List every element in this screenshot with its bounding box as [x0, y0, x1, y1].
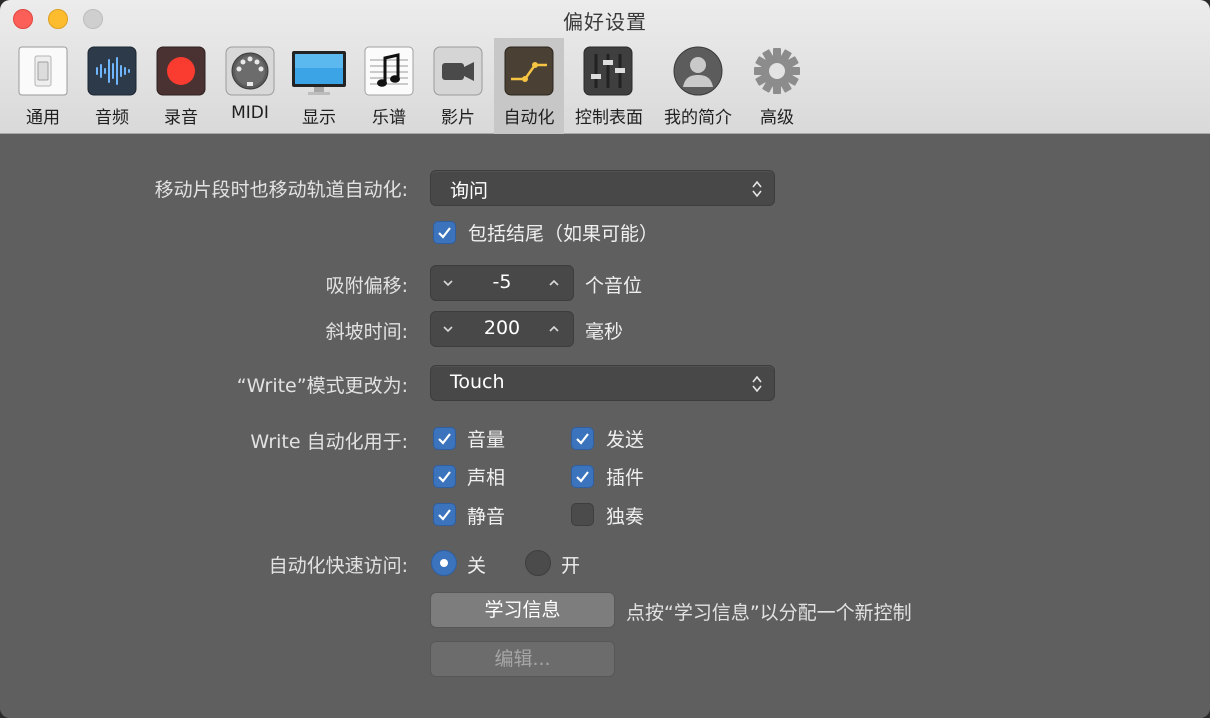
chevron-up-icon[interactable] [547, 277, 561, 289]
tab-audio[interactable]: 音频 [80, 38, 144, 134]
ramp-time-unit: 毫秒 [585, 321, 624, 343]
send-checkbox[interactable] [571, 427, 594, 450]
tab-score[interactable]: 乐谱 [356, 38, 422, 134]
checkmark-icon [438, 433, 451, 445]
gear-icon [754, 48, 800, 94]
tab-label: 控制表面 [575, 108, 643, 128]
faders-icon [583, 46, 633, 96]
video-camera-icon [433, 46, 483, 96]
checkmark-icon [576, 471, 589, 483]
tab-label: 自动化 [503, 108, 555, 128]
quick-access-on-radio[interactable] [525, 550, 551, 576]
write-change-label: “Write”模式更改为: [236, 375, 408, 397]
tab-label: 乐谱 [372, 108, 406, 128]
mute-label: 静音 [467, 506, 506, 528]
title-bar: 偏好设置 通用 音频 录音 MIDI 显示 乐谱 影片 自动化 控制表面 我的简… [0, 0, 1210, 134]
popup-arrows-icon [752, 375, 762, 393]
tab-automation[interactable]: 自动化 [494, 38, 564, 134]
tab-advanced[interactable]: 高级 [744, 38, 810, 134]
ramp-time-stepper[interactable]: 200 [430, 311, 574, 347]
ramp-time-label: 斜坡时间: [325, 321, 408, 343]
window-title: 偏好设置 [563, 10, 647, 34]
waveform-icon [87, 46, 137, 96]
automation-settings-panel: 移动片段时也移动轨道自动化: 询问 包括结尾（如果可能） 吸附偏移: -5 个音… [0, 135, 1210, 718]
checkmark-icon [438, 471, 451, 483]
popup-arrows-icon [752, 180, 762, 198]
snap-offset-stepper[interactable]: -5 [430, 265, 574, 301]
snap-offset-label: 吸附偏移: [325, 275, 408, 297]
move-automation-value: 询问 [450, 180, 489, 202]
pan-label: 声相 [467, 467, 506, 489]
learn-hint: 点按“学习信息”以分配一个新控制 [626, 602, 912, 624]
record-icon [156, 46, 206, 96]
tab-label: 影片 [441, 108, 475, 128]
solo-label: 独奏 [606, 506, 645, 528]
include-tail-checkbox[interactable] [433, 221, 456, 244]
tab-label: 音频 [95, 108, 129, 128]
quick-access-on-label: 开 [561, 555, 581, 577]
plugin-checkbox[interactable] [571, 465, 594, 488]
tab-movie[interactable]: 影片 [426, 38, 490, 134]
tab-label: 通用 [26, 108, 60, 128]
learn-button[interactable]: 学习信息 [430, 592, 615, 628]
mute-checkbox[interactable] [433, 503, 456, 526]
tab-label: 我的简介 [664, 108, 732, 128]
midi-connector-icon [225, 46, 275, 96]
preferences-window: 偏好设置 通用 音频 录音 MIDI 显示 乐谱 影片 自动化 控制表面 我的简… [0, 0, 1210, 718]
checkmark-icon [438, 509, 451, 521]
chevron-up-icon[interactable] [547, 323, 561, 335]
plugin-label: 插件 [606, 467, 645, 489]
tab-label: MIDI [231, 103, 269, 123]
tab-control-surfaces[interactable]: 控制表面 [568, 38, 650, 134]
solo-checkbox[interactable] [571, 503, 594, 526]
tab-general[interactable]: 通用 [10, 38, 76, 134]
tab-recording[interactable]: 录音 [148, 38, 214, 134]
tab-label: 显示 [302, 108, 336, 128]
volume-checkbox[interactable] [433, 427, 456, 450]
write-for-label: Write 自动化用于: [250, 431, 408, 453]
send-label: 发送 [606, 429, 645, 451]
checkmark-icon [576, 433, 589, 445]
write-change-popup[interactable]: Touch [430, 365, 775, 401]
write-change-value: Touch [450, 371, 505, 393]
music-note-icon [364, 46, 414, 96]
quick-access-label: 自动化快速访问: [268, 555, 408, 577]
tab-midi[interactable]: MIDI [218, 38, 282, 134]
switch-icon [18, 46, 68, 96]
quick-access-off-label: 关 [467, 555, 487, 577]
pan-checkbox[interactable] [433, 465, 456, 488]
snap-offset-unit: 个音位 [585, 275, 643, 297]
checkmark-icon [438, 227, 451, 239]
tab-my-info[interactable]: 我的简介 [656, 38, 740, 134]
monitor-icon [292, 51, 346, 95]
include-tail-label: 包括结尾（如果可能） [468, 223, 659, 245]
edit-button[interactable]: 编辑... [430, 641, 615, 677]
volume-label: 音量 [467, 429, 506, 451]
move-automation-popup[interactable]: 询问 [430, 170, 775, 206]
tab-label: 高级 [760, 108, 794, 128]
automation-curve-icon [504, 46, 554, 96]
user-avatar-icon [673, 46, 723, 96]
move-automation-label: 移动片段时也移动轨道自动化: [154, 179, 408, 201]
tab-display[interactable]: 显示 [286, 38, 352, 134]
tab-label: 录音 [164, 108, 198, 128]
quick-access-off-radio[interactable] [431, 550, 457, 576]
